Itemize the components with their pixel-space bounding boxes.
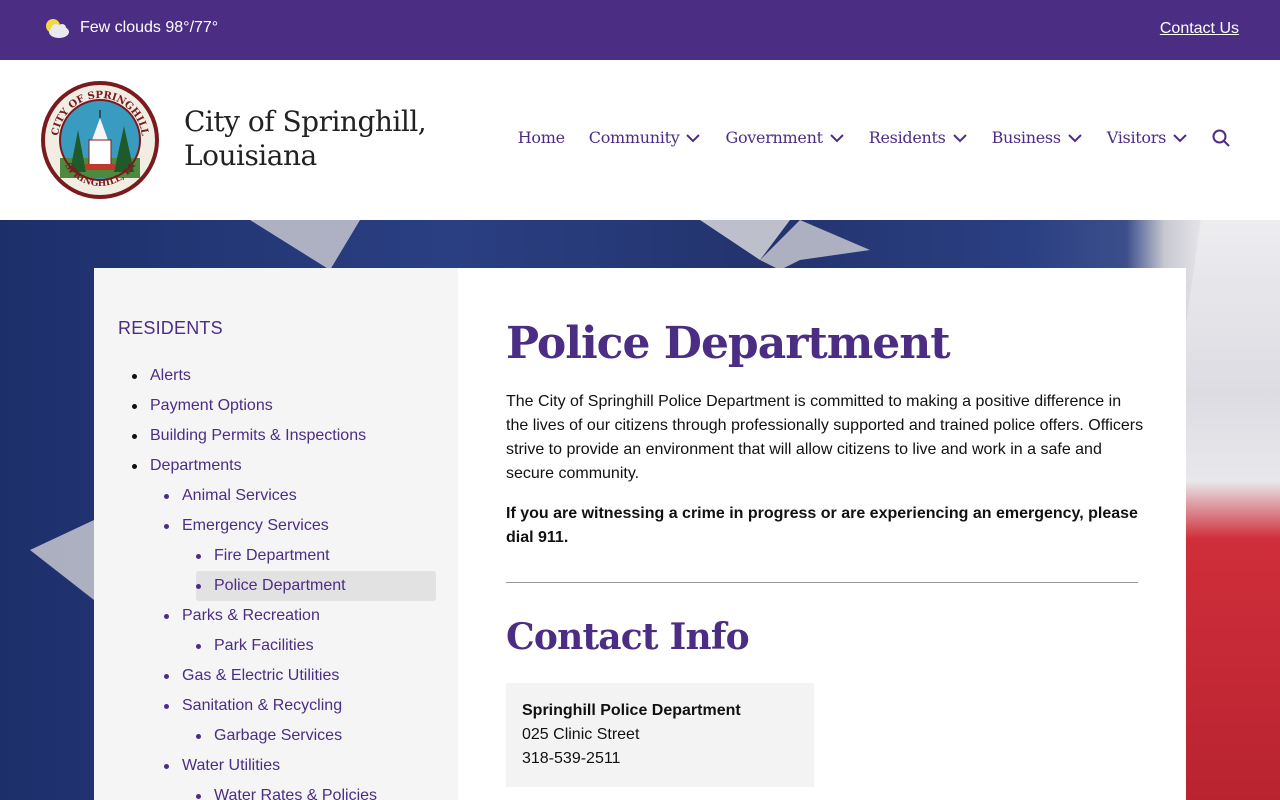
sidebar-item-police-department[interactable]: Police Department bbox=[196, 571, 436, 601]
nav-item-government[interactable]: Government bbox=[725, 128, 844, 147]
nav-item-label: Visitors bbox=[1106, 128, 1167, 147]
page-title: Police Department bbox=[506, 318, 951, 369]
bullet-icon bbox=[196, 733, 201, 739]
sidebar-item-departments[interactable]: Departments bbox=[132, 451, 242, 481]
sidebar-item-emergency-services[interactable]: Emergency Services bbox=[164, 511, 329, 541]
site-header: CITY OF SPRINGHILL SPRINGHILL, LA City o… bbox=[0, 60, 1280, 220]
nav-item-label: Government bbox=[725, 128, 823, 147]
chevron-down-icon bbox=[830, 133, 844, 142]
sidebar-item-label: Water Rates & Policies bbox=[214, 787, 378, 800]
sidebar-item-label: Park Facilities bbox=[214, 637, 314, 654]
nav-item-label: Business bbox=[991, 128, 1061, 147]
contact-card: Springhill Police Department 025 Clinic … bbox=[506, 683, 814, 787]
nav-item-label: Community bbox=[588, 128, 680, 147]
nav-item-residents[interactable]: Residents bbox=[869, 128, 968, 147]
sidebar-item-sanitation-recycling[interactable]: Sanitation & Recycling bbox=[164, 691, 342, 721]
sidebar-item-label: Alerts bbox=[150, 367, 191, 384]
contact-phone[interactable]: 318-539-2511 bbox=[522, 747, 798, 771]
bullet-icon bbox=[132, 403, 137, 409]
sidebar-item-label: Departments bbox=[150, 457, 242, 474]
sidebar-item-label: Emergency Services bbox=[182, 517, 329, 534]
sidebar-item-water-utilities[interactable]: Water Utilities bbox=[164, 751, 280, 781]
nav-item-community[interactable]: Community bbox=[589, 128, 702, 147]
weather-cloud-sun-icon bbox=[46, 19, 69, 38]
bullet-icon bbox=[164, 673, 169, 679]
site-title[interactable]: City of Springhill, Louisiana bbox=[184, 105, 427, 173]
sidebar-item-alerts[interactable]: Alerts bbox=[132, 361, 191, 391]
sidebar-item-label: Garbage Services bbox=[214, 727, 343, 744]
bullet-icon bbox=[196, 793, 201, 799]
top-bar: Few clouds 98°/77° Contact Us bbox=[0, 0, 1280, 60]
sidebar-item-label: Gas & Electric Utilities bbox=[182, 667, 340, 684]
sidebar: RESIDENTS Alerts Payment Options Buildin… bbox=[94, 268, 458, 800]
chevron-down-icon bbox=[952, 133, 967, 142]
bullet-icon bbox=[196, 583, 201, 589]
contact-info-heading: Contact Info bbox=[506, 616, 750, 658]
sidebar-item-label: Building Permits & Inspections bbox=[150, 427, 367, 444]
bullet-icon bbox=[164, 613, 169, 619]
sidebar-item-water-rates[interactable]: Water Rates & Policies bbox=[196, 781, 377, 800]
site-title-line1: City of Springhill, bbox=[184, 105, 427, 138]
bullet-icon bbox=[132, 463, 137, 469]
section-divider bbox=[506, 582, 1138, 583]
sidebar-item-park-facilities[interactable]: Park Facilities bbox=[196, 631, 314, 661]
main-content: Police Department The City of Springhill… bbox=[458, 268, 1186, 800]
search-icon bbox=[1212, 129, 1230, 147]
sidebar-item-label: Water Utilities bbox=[182, 757, 281, 774]
chevron-down-icon bbox=[686, 133, 701, 142]
bullet-icon bbox=[164, 523, 169, 529]
nav-item-label: Residents bbox=[868, 128, 946, 147]
sidebar-item-label: Parks & Recreation bbox=[182, 607, 320, 624]
sidebar-item-building-permits[interactable]: Building Permits & Inspections bbox=[132, 421, 366, 451]
sidebar-item-parks-recreation[interactable]: Parks & Recreation bbox=[164, 601, 320, 631]
sidebar-title[interactable]: RESIDENTS bbox=[118, 318, 223, 339]
search-button[interactable] bbox=[1212, 129, 1230, 147]
city-seal-logo[interactable]: CITY OF SPRINGHILL SPRINGHILL, LA bbox=[40, 80, 160, 200]
intro-paragraph: The City of Springhill Police Department… bbox=[506, 393, 1144, 482]
nav-item-business[interactable]: Business bbox=[992, 128, 1083, 147]
bullet-icon bbox=[164, 703, 169, 709]
nav-item-visitors[interactable]: Visitors bbox=[1107, 128, 1188, 147]
main-nav: Home Community Government Residents Busi… bbox=[494, 128, 1230, 147]
site-title-line2: Louisiana bbox=[184, 139, 317, 172]
sidebar-item-animal-services[interactable]: Animal Services bbox=[164, 481, 297, 511]
contact-address: 025 Clinic Street bbox=[522, 726, 640, 743]
bullet-icon bbox=[196, 553, 201, 559]
sidebar-item-gas-electric[interactable]: Gas & Electric Utilities bbox=[164, 661, 339, 691]
bullet-icon bbox=[196, 643, 201, 649]
contact-name: Springhill Police Department bbox=[522, 702, 741, 719]
sidebar-item-payment-options[interactable]: Payment Options bbox=[132, 391, 273, 421]
sidebar-item-label: Animal Services bbox=[182, 487, 297, 504]
bullet-icon bbox=[164, 763, 169, 769]
weather-text: Few clouds 98°/77° bbox=[80, 19, 219, 36]
sidebar-item-label: Police Department bbox=[214, 577, 346, 594]
chevron-down-icon bbox=[1068, 133, 1082, 142]
sidebar-item-label: Sanitation & Recycling bbox=[182, 697, 343, 714]
bullet-icon bbox=[132, 433, 137, 439]
sidebar-item-garbage-services[interactable]: Garbage Services bbox=[196, 721, 342, 751]
emergency-notice: If you are witnessing a crime in progres… bbox=[506, 505, 1138, 546]
contact-us-link[interactable]: Contact Us bbox=[1160, 20, 1239, 38]
bullet-icon bbox=[132, 373, 137, 379]
bullet-icon bbox=[164, 493, 169, 499]
nav-item-label: Home bbox=[517, 128, 565, 147]
chevron-down-icon bbox=[1173, 133, 1187, 142]
sidebar-item-label: Fire Department bbox=[214, 547, 330, 564]
nav-item-home[interactable]: Home bbox=[518, 128, 565, 147]
sidebar-item-label: Payment Options bbox=[150, 397, 273, 414]
weather-widget: Few clouds 98°/77° bbox=[44, 17, 218, 39]
sidebar-item-fire-department[interactable]: Fire Department bbox=[196, 541, 330, 571]
